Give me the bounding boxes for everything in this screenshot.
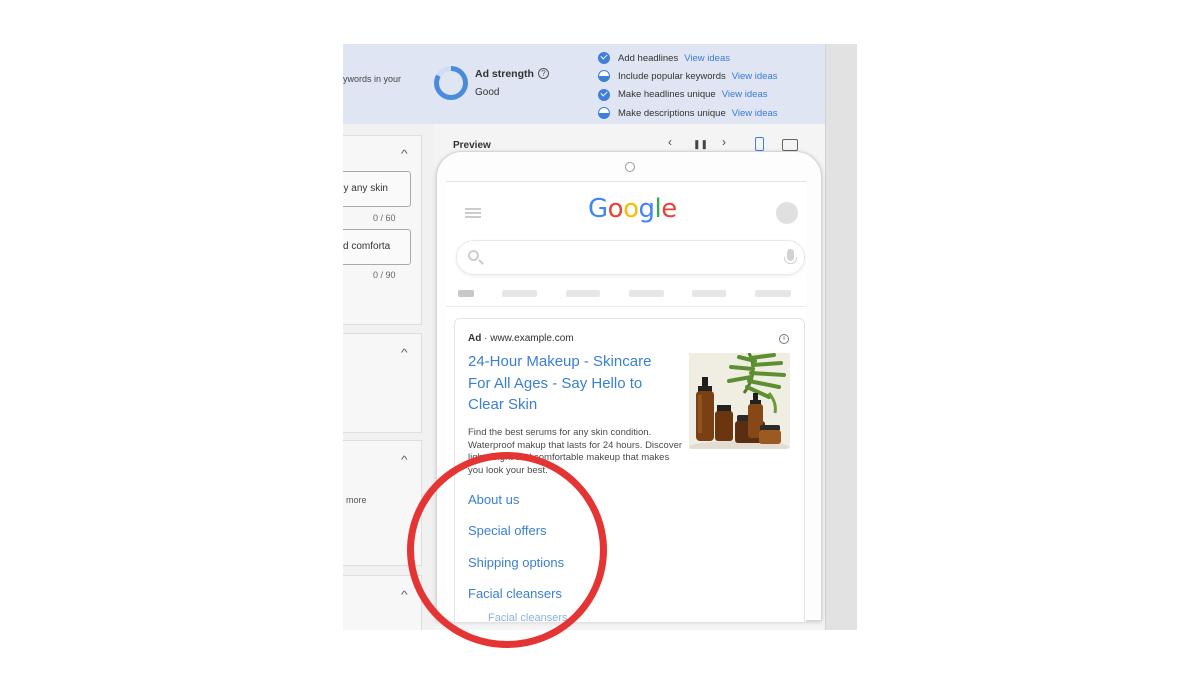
headline-input[interactable]: y any skin (343, 171, 411, 207)
view-ideas-link[interactable]: View ideas (732, 108, 778, 119)
chevron-up-icon[interactable]: ^ (401, 348, 408, 359)
banner-truncated-text: ywords in your (343, 74, 402, 84)
tip-popular-keywords: Include popular keywords View ideas (598, 67, 778, 85)
view-ideas-link[interactable]: View ideas (722, 89, 768, 100)
search-tabs (446, 287, 806, 307)
char-count: 0 / 60 (373, 213, 396, 223)
tab-placeholder[interactable] (692, 290, 726, 297)
desktop-view-icon[interactable] (782, 139, 798, 151)
pause-icon[interactable]: ❚❚ (693, 139, 708, 150)
ad-label: Ad (468, 333, 482, 344)
phone-preview: Google Ad · www.example.com i 24-Hour Ma… (436, 151, 822, 622)
check-circle-icon (598, 52, 610, 65)
phone-screen: Google Ad · www.example.com i 24-Hour Ma… (446, 181, 806, 622)
tab-placeholder[interactable] (755, 290, 791, 297)
view-ideas-link[interactable]: View ideas (732, 71, 778, 82)
microphone-icon[interactable] (784, 249, 797, 264)
screenshot: ywords in your Ad strength? Good Add hea… (343, 44, 857, 630)
menu-icon[interactable] (465, 208, 481, 218)
tip-text: Make descriptions unique (618, 107, 726, 119)
ad-description: Find the best serums for any skin condit… (468, 427, 683, 476)
tab-placeholder[interactable] (458, 290, 474, 297)
sitelink-shipping-options[interactable]: Shipping options (468, 555, 564, 570)
tab-placeholder[interactable] (629, 290, 664, 297)
logo-letter: e (661, 194, 677, 224)
chevron-up-icon[interactable]: ^ (401, 455, 408, 466)
tab-placeholder[interactable] (502, 290, 537, 297)
search-icon (468, 250, 479, 261)
skincare-product-image (689, 353, 790, 449)
editor-column: ^ y any skin 0 / 60 d comforta 0 / 90 ^ … (343, 124, 434, 630)
tip-add-headlines: Add headlines View ideas (598, 49, 778, 67)
sitelink-special-offers[interactable]: Special offers (468, 523, 547, 538)
ad-separator: · (481, 333, 491, 344)
skincare-bottles-illustration (689, 353, 790, 449)
ad-strength-label: Ad strength (475, 68, 534, 80)
ad-strength-ring-icon (434, 66, 468, 100)
previous-icon[interactable]: ‹ (668, 135, 672, 149)
ad-meta: Ad · www.example.com (468, 333, 574, 344)
search-ad-card: Ad · www.example.com i 24-Hour Makeup - … (454, 318, 805, 622)
tip-text: Add headlines (618, 52, 679, 64)
ad-strength-title: Ad strength? (475, 68, 549, 80)
phone-camera-icon (625, 162, 635, 172)
ad-strength-banner: ywords in your Ad strength? Good Add hea… (343, 44, 825, 124)
search-input[interactable] (456, 240, 805, 275)
logo-letter: o (623, 194, 639, 224)
tip-unique-descriptions: Make descriptions unique View ideas (598, 104, 778, 122)
logo-letter: G (588, 194, 608, 224)
view-ideas-link[interactable]: View ideas (684, 53, 730, 64)
sitelink-facial-cleansers[interactable]: Facial cleansers (468, 586, 562, 601)
ad-display-url[interactable]: www.example.com (490, 333, 573, 344)
editor-card-collapsed: ^ (343, 333, 422, 433)
editor-card-bottom: ^ (343, 575, 422, 630)
slide-canvas: ywords in your Ad strength? Good Add hea… (0, 0, 1200, 675)
info-icon[interactable]: i (779, 334, 789, 344)
half-circle-icon (598, 70, 610, 83)
next-icon[interactable]: › (722, 135, 726, 149)
chevron-up-icon[interactable]: ^ (401, 590, 408, 601)
right-gutter (825, 44, 857, 630)
editor-card-extensions: ^ more (343, 440, 422, 566)
sitelink-partial: Facial cleansers (488, 612, 568, 622)
tip-text: Include popular keywords (618, 70, 726, 82)
help-icon[interactable]: ? (537, 68, 549, 79)
preview-title: Preview (453, 140, 491, 151)
tip-text: Make headlines unique (618, 89, 716, 101)
ad-headline[interactable]: 24-Hour Makeup - Skincare For All Ages -… (468, 351, 673, 416)
mobile-view-icon[interactable] (755, 137, 764, 151)
more-text: more (346, 495, 367, 505)
tip-unique-headlines: Make headlines unique View ideas (598, 86, 778, 104)
avatar[interactable] (776, 202, 798, 224)
google-logo: Google (588, 194, 677, 224)
tab-placeholder[interactable] (566, 290, 600, 297)
sitelink-about-us[interactable]: About us (468, 492, 519, 507)
description-input[interactable]: d comforta (343, 229, 411, 265)
half-circle-icon (598, 107, 610, 120)
check-circle-icon (598, 88, 610, 101)
ad-strength-value: Good (475, 87, 500, 98)
chevron-up-icon[interactable]: ^ (401, 149, 408, 160)
editor-card-headlines: ^ y any skin 0 / 60 d comforta 0 / 90 (343, 135, 422, 325)
char-count: 0 / 90 (373, 270, 396, 280)
logo-letter: o (607, 194, 624, 224)
logo-letter: g (638, 194, 656, 224)
ad-strength-tips: Add headlines View ideas Include popular… (598, 49, 778, 122)
